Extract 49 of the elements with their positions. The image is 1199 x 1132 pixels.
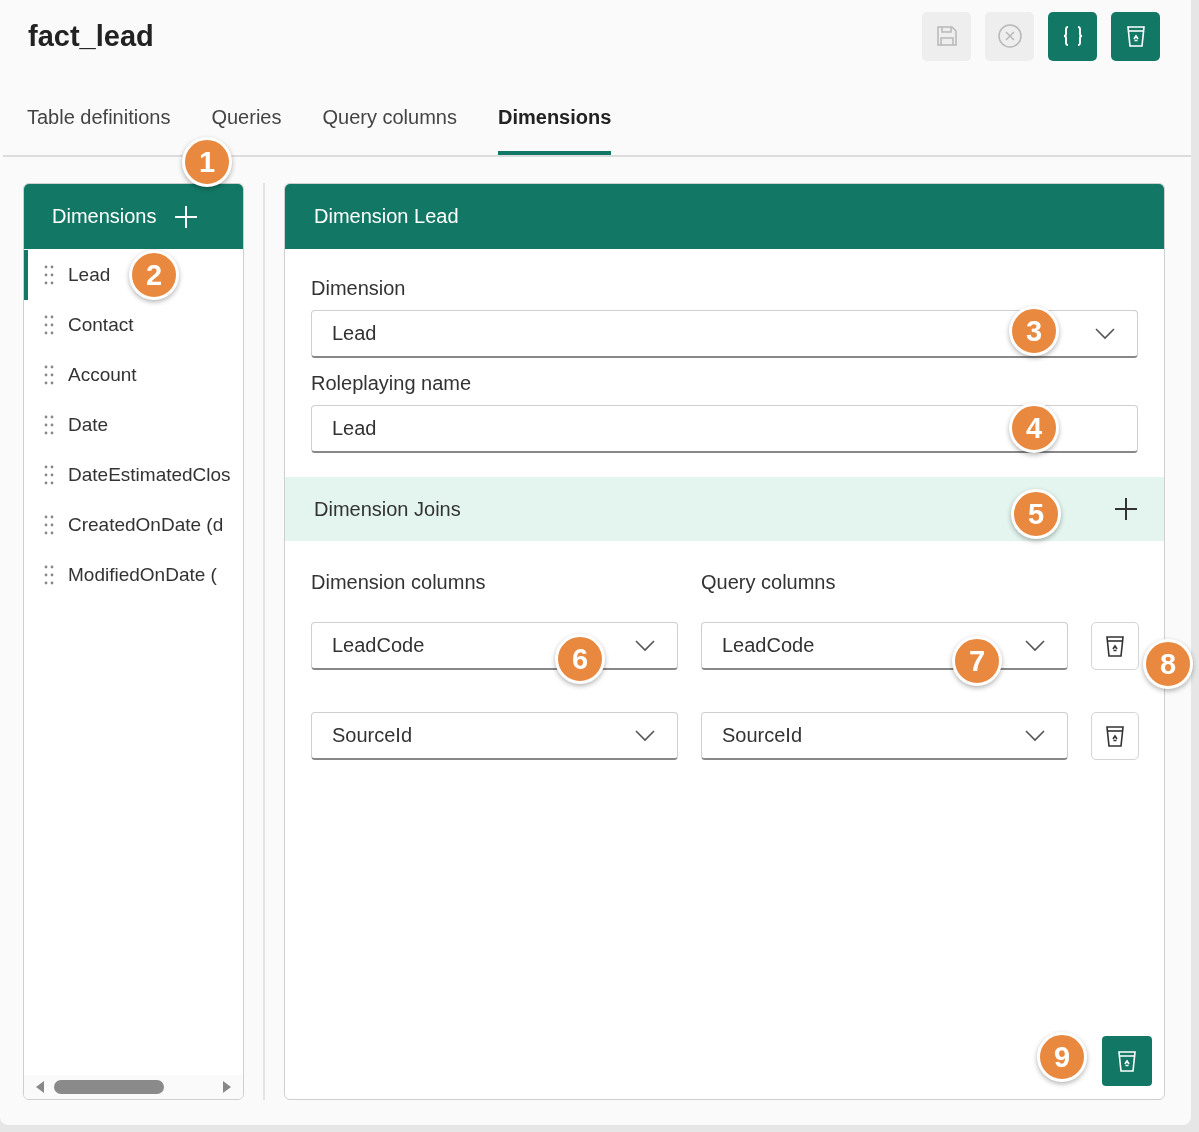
sidebar-item[interactable]: Account [24, 350, 243, 400]
sidebar-item[interactable]: DateEstimatedClos [24, 450, 243, 500]
sidebar-item[interactable]: Contact [24, 300, 243, 350]
chevron-down-icon [1025, 639, 1045, 652]
delete-button[interactable] [1111, 11, 1160, 61]
drag-handle-icon [44, 265, 54, 285]
save-icon [935, 25, 958, 47]
tab[interactable]: Dimensions [497, 106, 612, 155]
sidebar-item[interactable]: CreatedOnDate (d [24, 500, 243, 550]
chevron-down-icon [635, 639, 655, 652]
panel-title: Dimension Lead [314, 205, 459, 228]
field-label: Dimension [311, 277, 407, 300]
panel-title: Dimensions [52, 205, 157, 228]
column-dropdown[interactable]: SourceId [311, 712, 678, 760]
field-label: Roleplaying name [311, 372, 473, 395]
drag-handle-icon [44, 365, 54, 385]
drag-handle-icon [44, 465, 54, 485]
column-dropdown[interactable]: SourceId [701, 712, 1068, 760]
braces-icon [1061, 25, 1084, 47]
delete-button[interactable] [1102, 1036, 1152, 1086]
sidebar-item[interactable]: ModifiedOnDate ( [24, 550, 243, 600]
column-header: Query columns [701, 571, 837, 594]
trash-icon [1117, 1049, 1137, 1073]
chevron-down-icon [635, 729, 655, 742]
drag-handle-icon [44, 315, 54, 335]
json-button[interactable] [1048, 11, 1097, 61]
trash-icon [1125, 24, 1146, 48]
section-title: Dimension Joins [314, 497, 461, 521]
column-header: Dimension columns [311, 571, 487, 594]
plus-icon [174, 204, 199, 229]
cancel-icon [997, 24, 1022, 48]
trash-icon [1105, 724, 1125, 748]
trash-icon [1105, 634, 1125, 658]
scrollbar-thumb[interactable] [54, 1080, 164, 1094]
chevron-down-icon [1095, 327, 1115, 340]
delete-button[interactable] [1091, 712, 1139, 760]
delete-button[interactable] [1091, 622, 1139, 670]
drag-handle-icon [44, 515, 54, 535]
scroll-right-icon[interactable] [223, 1081, 231, 1093]
sidebar-item[interactable]: Date [24, 400, 243, 450]
tab[interactable]: Query columns [322, 106, 457, 155]
drag-handle-icon [44, 565, 54, 585]
add-button[interactable] [1114, 497, 1138, 521]
drag-handle-icon [44, 415, 54, 435]
plus-icon [1114, 497, 1138, 521]
tab[interactable]: Table definitions [27, 106, 171, 155]
scroll-left-icon[interactable] [36, 1081, 44, 1093]
page-title: fact_lead [28, 19, 154, 53]
chevron-down-icon [1025, 729, 1045, 742]
